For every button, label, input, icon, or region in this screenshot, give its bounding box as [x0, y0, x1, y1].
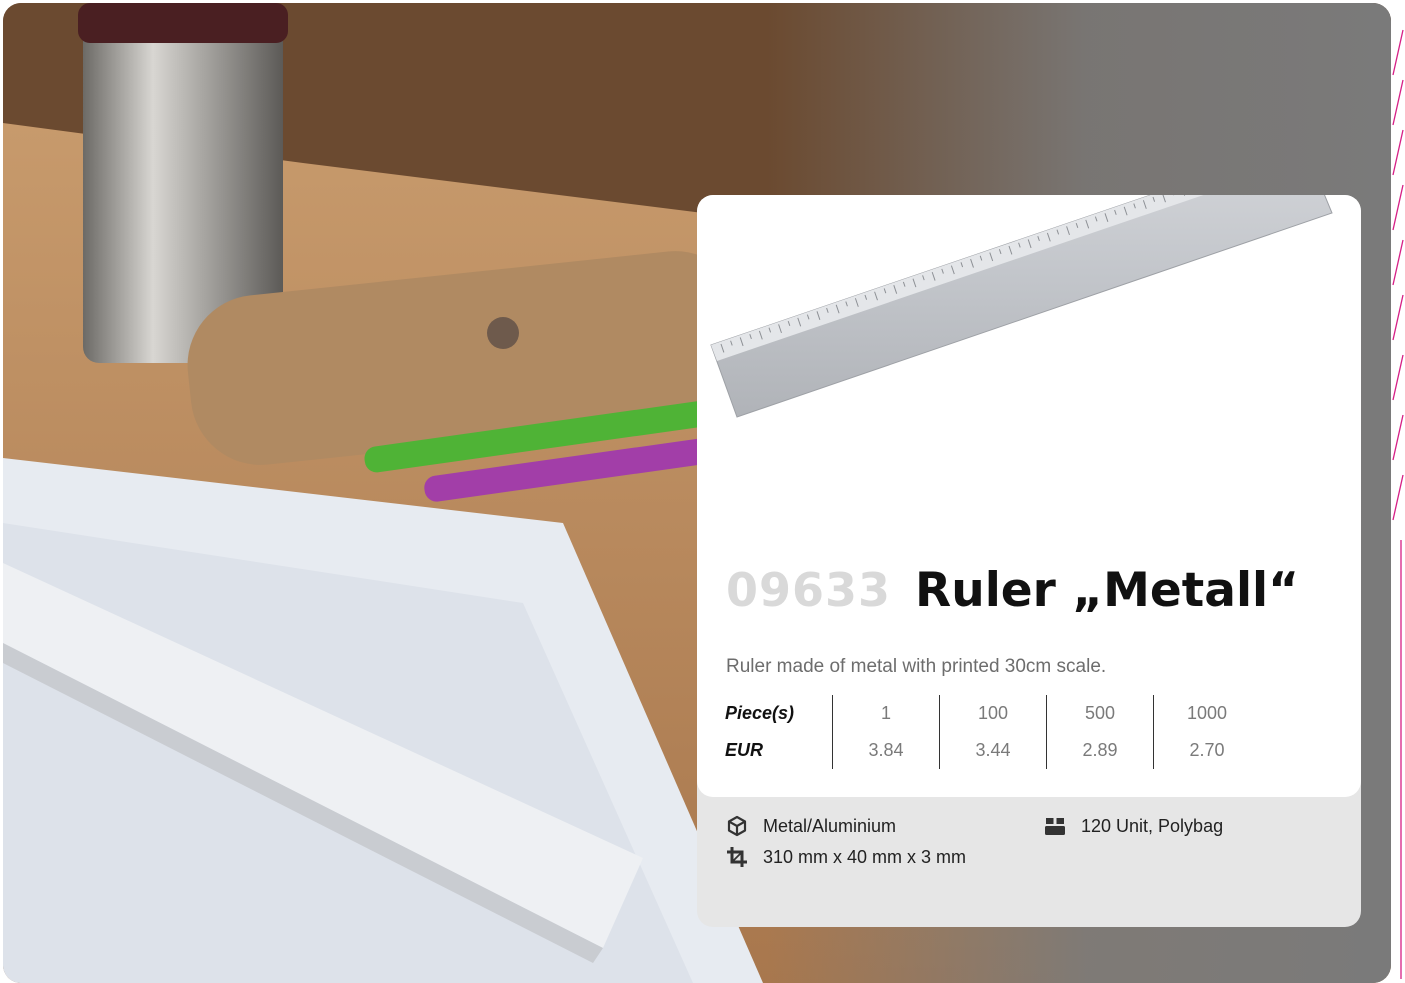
material-spec: Metal/Aluminium: [726, 815, 896, 837]
product-card-main: 09633 Ruler „Metall“ Ruler made of metal …: [697, 195, 1361, 797]
crop-icon: [726, 846, 748, 868]
material-text: Metal/Aluminium: [763, 816, 896, 837]
quantity-row: Piece(s) 1 100 500 1000: [725, 695, 1260, 732]
product-title: 09633 Ruler „Metall“: [726, 563, 1299, 618]
quantity-cell: 1: [833, 695, 940, 732]
quantity-cell: 500: [1047, 695, 1154, 732]
product-card: 09633 Ruler „Metall“ Ruler made of metal …: [697, 195, 1361, 927]
quantity-label: Piece(s): [725, 695, 833, 732]
dimensions-text: 310 mm x 40 mm x 3 mm: [763, 847, 966, 868]
box-icon: [726, 815, 748, 837]
product-sku: 09633: [726, 563, 891, 617]
price-currency-label: EUR: [725, 732, 833, 769]
price-cell: 3.84: [833, 732, 940, 769]
quantity-cell: 1000: [1154, 695, 1261, 732]
price-row: EUR 3.84 3.44 2.89 2.70: [725, 732, 1260, 769]
packaging-spec: 120 Unit, Polybag: [1044, 815, 1223, 837]
price-cell: 2.70: [1154, 732, 1261, 769]
package-icon: [1044, 815, 1066, 837]
packaging-text: 120 Unit, Polybag: [1081, 816, 1223, 837]
product-description: Ruler made of metal with printed 30cm sc…: [726, 656, 1106, 678]
ruler-product-image: [697, 195, 1361, 435]
decorative-edge-lines: [1391, 0, 1405, 979]
quantity-cell: 100: [940, 695, 1047, 732]
product-name: Ruler „Metall“: [915, 563, 1299, 618]
price-cell: 3.44: [940, 732, 1047, 769]
price-table: Piece(s) 1 100 500 1000 EUR 3.84 3.44 2.…: [725, 695, 1260, 769]
price-cell: 2.89: [1047, 732, 1154, 769]
dimensions-spec: 310 mm x 40 mm x 3 mm: [726, 846, 966, 868]
